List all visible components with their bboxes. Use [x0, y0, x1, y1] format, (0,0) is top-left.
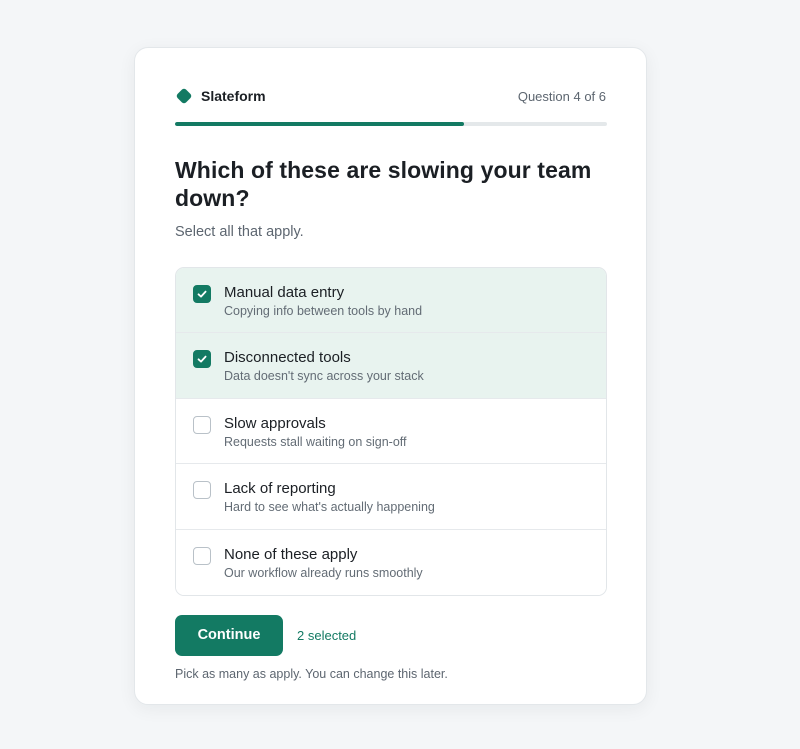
option-disconnected-tools[interactable]: Disconnected tools Data doesn't sync acr…: [176, 333, 606, 399]
question-title: Which of these are slowing your team dow…: [175, 157, 592, 211]
actions-row: Continue 2 selected: [175, 614, 606, 656]
option-description: Data doesn't sync across your stack: [224, 369, 424, 384]
checkbox[interactable]: [193, 546, 211, 565]
progress-label: Question 4 of 6: [517, 88, 606, 104]
options-list: Manual data entry Copying info between t…: [175, 267, 607, 596]
progress-bar-fill: [175, 122, 465, 126]
option-manual-data-entry[interactable]: Manual data entry Copying info between t…: [176, 268, 606, 334]
checkbox[interactable]: [193, 415, 211, 434]
checkbox[interactable]: [193, 285, 211, 303]
option-title: Lack of reporting: [224, 480, 336, 498]
option-description: Copying info between tools by hand: [224, 304, 423, 318]
survey-card: Slateform Question 4 of 6 Which of these…: [134, 47, 647, 705]
checkmark-icon: [197, 356, 207, 363]
selected-count: 2 selected: [297, 627, 357, 643]
option-title: Manual data entry: [224, 284, 345, 301]
option-title: None of these apply: [224, 545, 358, 563]
option-title: Disconnected tools: [224, 349, 351, 367]
option-text: Disconnected tools Data doesn't sync acr…: [224, 348, 424, 384]
footnote: Pick as many as apply. You can change th…: [175, 666, 448, 681]
option-text: None of these apply Our workflow already…: [224, 545, 423, 581]
logo-diamond-icon: [175, 87, 193, 105]
brand-name: Slateform: [201, 88, 266, 104]
progress-bar: [175, 122, 607, 126]
option-slow-approvals[interactable]: Slow approvals Requests stall waiting on…: [176, 398, 606, 465]
option-text: Lack of reporting Hard to see what's act…: [224, 479, 435, 515]
option-text: Slow approvals Requests stall waiting on…: [224, 414, 407, 450]
continue-button[interactable]: Continue: [175, 614, 283, 656]
option-title: Slow approvals: [224, 414, 326, 432]
card-header: Slateform Question 4 of 6: [175, 86, 606, 106]
option-description: Requests stall waiting on sign-off: [224, 434, 407, 449]
checkbox[interactable]: [193, 481, 211, 500]
option-description: Hard to see what's actually happening: [224, 500, 435, 515]
checkmark-icon: [197, 290, 207, 298]
option-text: Manual data entry Copying info between t…: [224, 283, 422, 319]
option-lack-of-reporting[interactable]: Lack of reporting Hard to see what's act…: [176, 464, 606, 530]
option-none-apply[interactable]: None of these apply Our workflow already…: [176, 529, 606, 595]
option-description: Our workflow already runs smoothly: [224, 565, 423, 580]
brand: Slateform: [175, 87, 266, 105]
checkbox[interactable]: [193, 350, 211, 369]
question-hint: Select all that apply.: [175, 224, 304, 240]
